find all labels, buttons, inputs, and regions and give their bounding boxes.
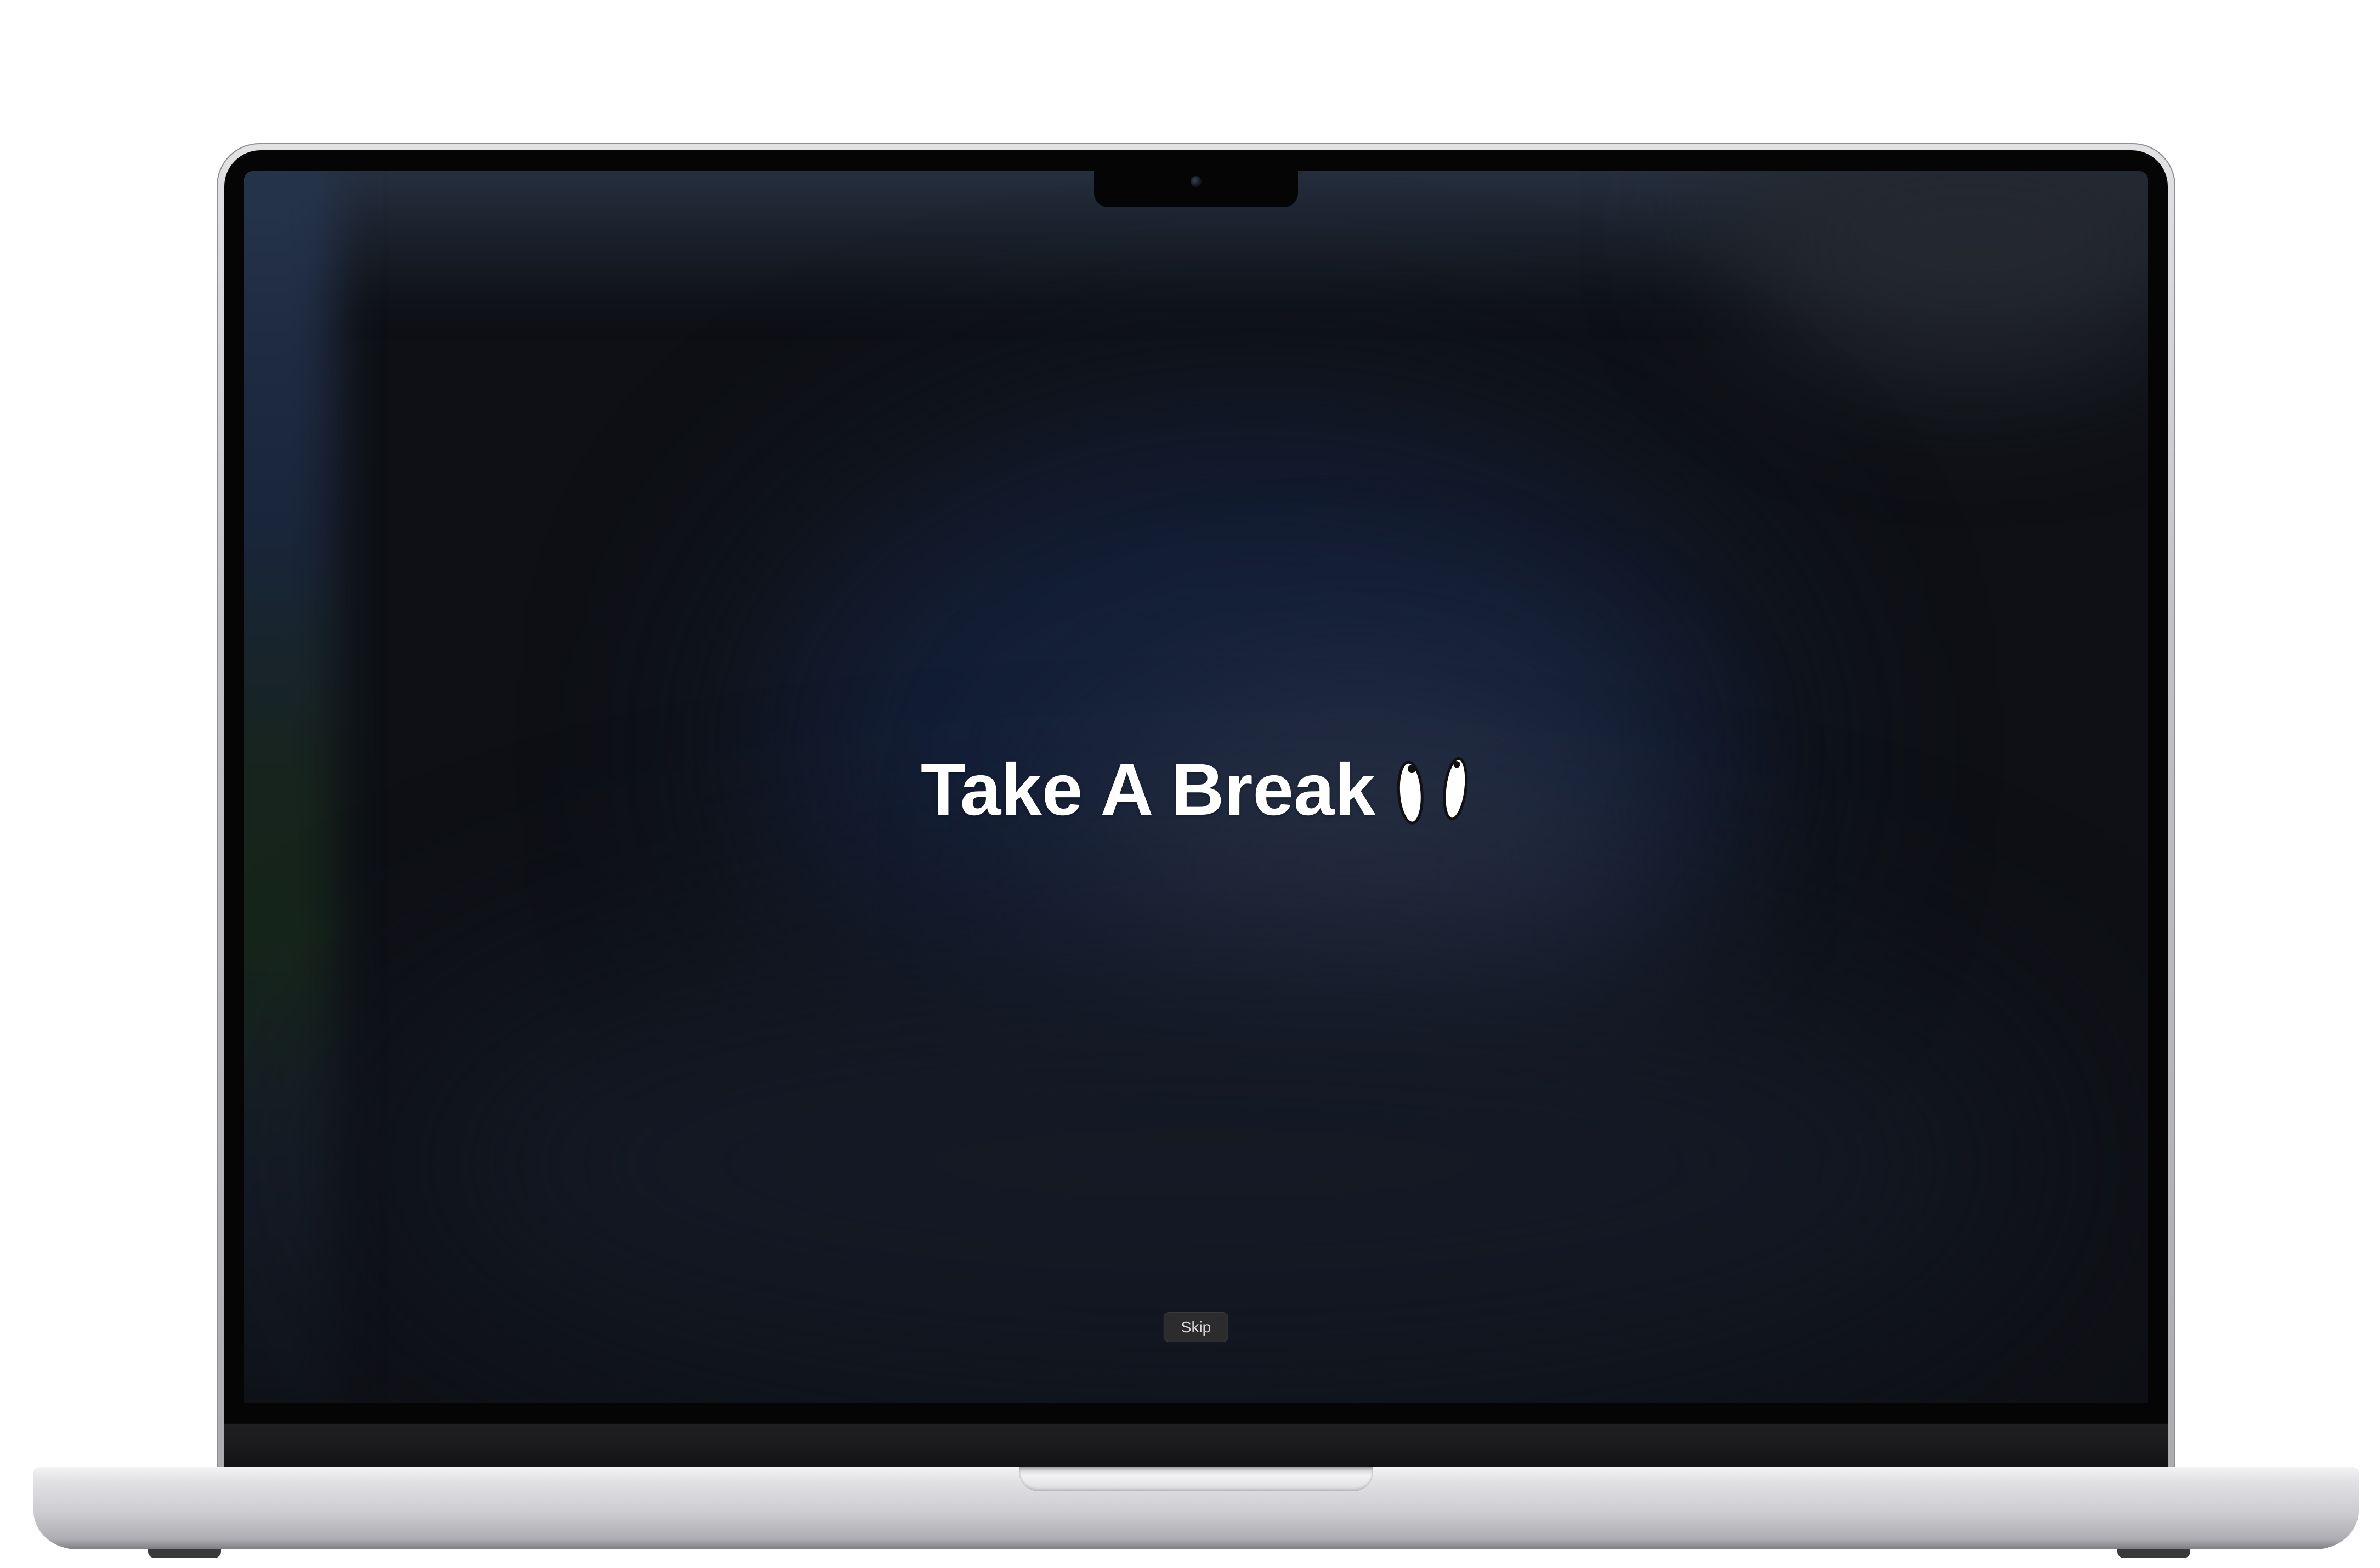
screen-glow-highlight <box>1084 691 1632 1048</box>
base-opening-notch <box>1019 1467 1373 1491</box>
laptop-lid: Take A Break Skip <box>217 143 2175 1469</box>
skip-button[interactable]: Skip <box>1163 1312 1229 1342</box>
lid-hinge <box>224 1423 2168 1469</box>
break-title-row: Take A Break <box>244 753 2148 827</box>
left-footprint <box>1397 760 1424 825</box>
break-screen: Take A Break Skip <box>244 171 2148 1403</box>
break-title: Take A Break <box>920 749 1376 831</box>
laptop-base <box>33 1467 2359 1549</box>
screen-glow-center <box>763 427 1754 1068</box>
screen-bezel: Take A Break Skip <box>224 150 2168 1469</box>
display-notch <box>1094 171 1298 207</box>
footprints-icon <box>1397 757 1468 825</box>
right-footprint <box>1443 757 1468 820</box>
screen-glow-top-right <box>1725 171 2148 374</box>
camera-icon <box>1191 176 1202 187</box>
